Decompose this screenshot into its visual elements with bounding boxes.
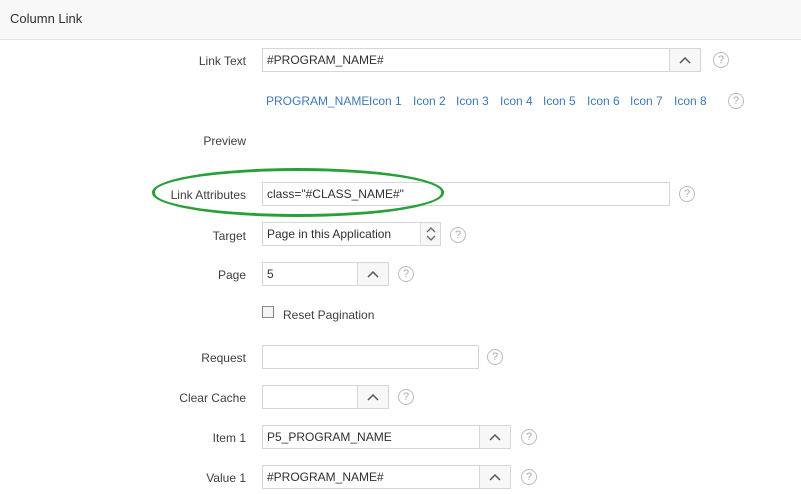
reset-pagination-label: Reset Pagination (283, 308, 375, 322)
item1-picker-button[interactable] (479, 425, 511, 449)
help-icon[interactable]: ? (713, 52, 729, 68)
link-text-input[interactable]: #PROGRAM_NAME# (262, 48, 670, 72)
item1-input[interactable]: P5_PROGRAM_NAME (262, 425, 480, 449)
chevron-up-icon (367, 393, 379, 401)
region-title: Column Link (10, 11, 83, 26)
page-label: Page (217, 268, 246, 282)
chevron-up-icon (679, 56, 691, 64)
chevron-up-icon (489, 473, 501, 481)
target-select[interactable]: Page in this Application (262, 222, 441, 246)
substitution-link[interactable]: Icon 1 (369, 94, 402, 108)
target-select-value: Page in this Application (267, 227, 392, 241)
chevron-up-icon (489, 433, 501, 441)
substitution-link[interactable]: Icon 2 (413, 94, 446, 108)
substitution-link[interactable]: Icon 3 (456, 94, 489, 108)
clear-cache-input[interactable] (262, 385, 358, 409)
substitution-link[interactable]: Icon 7 (630, 94, 663, 108)
request-label: Request (201, 351, 246, 365)
reset-pagination-checkbox[interactable] (262, 306, 274, 318)
substitution-link[interactable]: Icon 8 (674, 94, 707, 108)
chevron-up-icon (367, 270, 379, 278)
help-icon[interactable]: ? (450, 227, 466, 243)
request-input[interactable] (262, 345, 479, 369)
link-text-picker-button[interactable] (669, 48, 701, 72)
value1-picker-button[interactable] (479, 465, 511, 489)
highlight-annotation (152, 168, 444, 217)
help-icon[interactable]: ? (521, 429, 537, 445)
help-icon[interactable]: ? (728, 93, 744, 109)
value1-label: Value 1 (206, 471, 246, 485)
substitution-link[interactable]: Icon 4 (500, 94, 533, 108)
preview-label: Preview (203, 134, 246, 148)
link-text-label: Link Text (198, 54, 246, 68)
page-input[interactable]: 5 (262, 262, 358, 286)
help-icon[interactable]: ? (521, 469, 537, 485)
value1-input[interactable]: #PROGRAM_NAME# (262, 465, 480, 489)
up-down-arrows-icon (420, 223, 440, 245)
clear-cache-picker-button[interactable] (357, 385, 389, 409)
help-icon[interactable]: ? (487, 349, 503, 365)
substitution-link[interactable]: Icon 5 (543, 94, 576, 108)
target-label: Target (212, 229, 246, 243)
help-icon[interactable]: ? (398, 266, 414, 282)
region-header: Column Link (0, 0, 801, 40)
substitution-link[interactable]: Icon 6 (587, 94, 620, 108)
help-icon[interactable]: ? (398, 389, 414, 405)
item1-label: Item 1 (212, 431, 246, 445)
substitution-link[interactable]: PROGRAM_NAME (266, 94, 369, 108)
page-picker-button[interactable] (357, 262, 389, 286)
help-icon[interactable]: ? (679, 186, 695, 202)
clear-cache-label: Clear Cache (179, 391, 246, 405)
